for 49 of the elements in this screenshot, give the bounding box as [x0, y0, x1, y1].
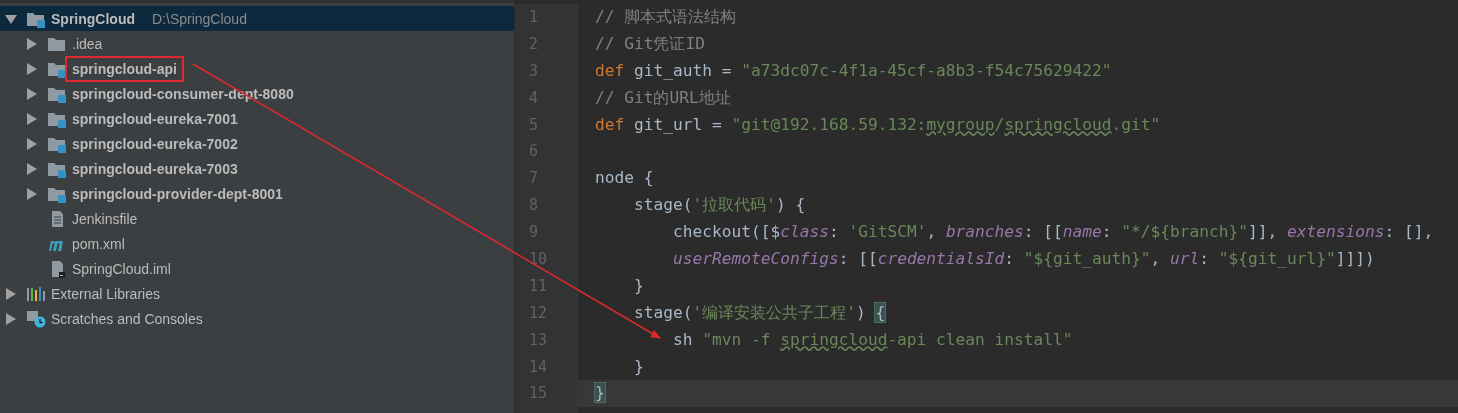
collapsed-arrow-icon[interactable]	[25, 86, 39, 101]
tree-item[interactable]: Scratches and Consoles	[0, 306, 514, 331]
code-line: def git_auth = "a73dc07c-4f1a-45cf-a8b3-f54c75629422"	[594, 59, 1113, 82]
item-label: External Libraries	[50, 284, 161, 304]
tree-item[interactable]: .idea	[0, 31, 514, 56]
collapsed-arrow-icon[interactable]	[25, 36, 39, 51]
tree-item[interactable]: SpringCloud D:\SpringCloud	[0, 6, 514, 31]
item-label: .idea	[71, 34, 104, 54]
code-line: stage('编译安装公共子工程') {	[632, 301, 887, 324]
item-label: springcloud-api	[65, 55, 184, 82]
code-line: sh "mvn -f springcloud-api clean install"	[671, 328, 1074, 351]
code-line: // 脚本式语法结构	[594, 6, 738, 28]
item-path: D:\SpringCloud	[152, 10, 247, 27]
item-label: springcloud-eureka-7002	[71, 134, 239, 154]
tree-item[interactable]: pom.xml	[0, 231, 514, 256]
code-line: // Git的URL地址	[594, 86, 732, 109]
tree-item[interactable]: springcloud-eureka-7001	[0, 106, 514, 131]
tree-item[interactable]: springcloud-eureka-7002	[0, 131, 514, 156]
tree-item[interactable]: SpringCloud.iml	[0, 256, 514, 281]
item-label: Scratches and Consoles	[50, 309, 204, 329]
code-line: }	[632, 355, 645, 378]
code-line: userRemoteConfigs: [[credentialsId: "${git_auth}", url: "${git_url}"]]])	[671, 248, 1376, 270]
code-line: node {	[594, 167, 655, 190]
collapsed-arrow-icon[interactable]	[25, 186, 39, 201]
item-label: pom.xml	[71, 234, 126, 254]
code-line: def git_url = "git@192.168.59.132:mygroup/springcloud.git"	[594, 113, 1162, 136]
item-label: Jenkinsfile	[71, 209, 139, 229]
tree-item[interactable]: springcloud-provider-dept-8001	[0, 181, 514, 206]
code-line: stage('拉取代码') {	[632, 194, 807, 217]
code-line: checkout([$class: 'GitSCM', branches: [[name: "*/${branch}"]], extensions: [],	[671, 221, 1435, 244]
code-line: }	[632, 274, 645, 297]
item-label: springcloud-provider-dept-8001	[71, 184, 284, 204]
tree-item[interactable]: springcloud-api	[0, 56, 514, 81]
scratches-icon	[26, 309, 46, 328]
collapsed-arrow-icon[interactable]	[25, 161, 39, 176]
tree-item[interactable]: Jenkinsfile	[0, 206, 514, 231]
collapsed-arrow-icon[interactable]	[4, 286, 18, 301]
code-line: // Git凭证ID	[594, 32, 706, 55]
item-label: springcloud-eureka-7003	[71, 159, 239, 179]
libraries-icon	[26, 284, 46, 303]
item-label: springcloud-eureka-7001	[71, 109, 239, 129]
collapsed-arrow-icon[interactable]	[25, 136, 39, 151]
collapsed-arrow-icon[interactable]	[4, 311, 18, 326]
tree-item[interactable]: springcloud-eureka-7003	[0, 156, 514, 181]
tree-item[interactable]: External Libraries	[0, 281, 514, 306]
collapsed-arrow-icon[interactable]	[25, 61, 39, 76]
item-label: SpringCloud.iml	[71, 259, 172, 279]
collapsed-arrow-icon[interactable]	[25, 111, 39, 126]
item-label: SpringCloud	[50, 9, 136, 29]
